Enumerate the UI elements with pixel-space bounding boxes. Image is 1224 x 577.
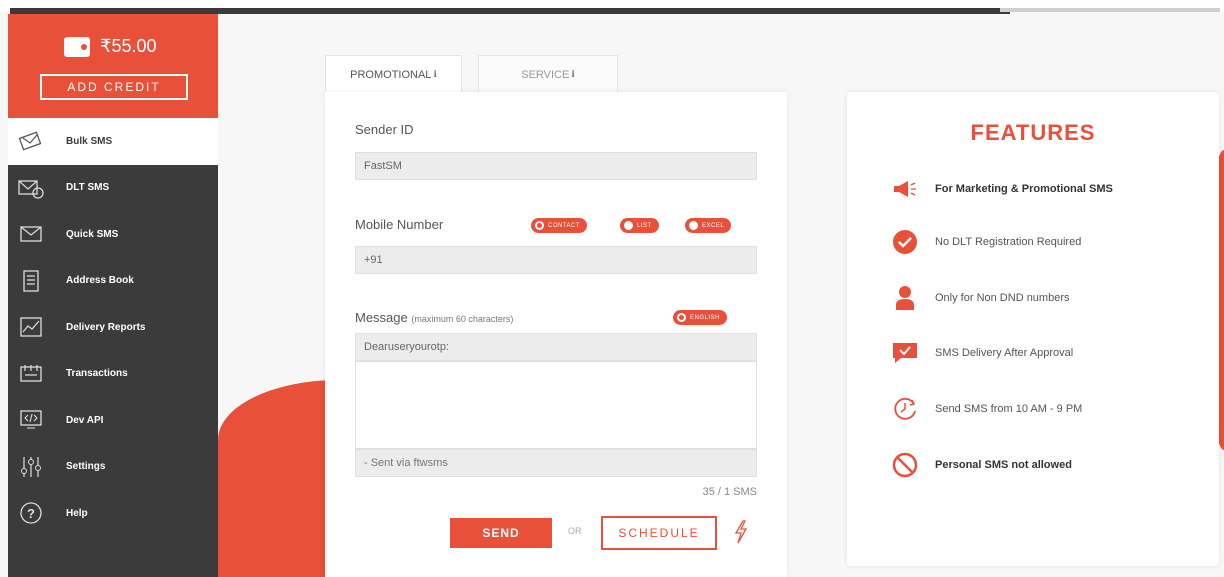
contact-label: CONTACT (548, 222, 581, 229)
code-icon (18, 409, 44, 431)
sidebar-item-dev-api[interactable]: Dev API (8, 397, 218, 444)
sliders-icon (18, 456, 44, 478)
info-icon: ℹ (433, 69, 437, 79)
message-label-text: Message (355, 310, 408, 325)
feature-text: Only for Non DND numbers (935, 292, 1070, 304)
envelope-icon (18, 223, 44, 245)
sms-form: Sender ID FastSM Mobile Number CONTACT L… (325, 92, 787, 577)
sidebar-item-label: Address Book (66, 275, 134, 287)
feature-text: For Marketing & Promotional SMS (935, 183, 1113, 195)
contact-toggle[interactable]: CONTACT (531, 218, 588, 233)
sender-id-label: Sender ID (355, 122, 414, 137)
character-count: 35 / 1 SMS (702, 486, 757, 498)
add-credit-button[interactable]: ADD CREDIT (40, 74, 188, 100)
clock-icon (891, 395, 919, 423)
sidebar-item-label: Settings (66, 461, 106, 473)
info-icon: ℹ (571, 69, 575, 79)
tab-label: SERVICE (521, 68, 570, 81)
sidebar-item-quick-sms[interactable]: Quick SMS (8, 211, 218, 258)
address-book-icon (18, 270, 44, 292)
sidebar-item-label: Transactions (66, 368, 128, 380)
features-title: FEATURES (970, 120, 1096, 145)
message-hint: (maximum 60 characters) (411, 314, 514, 324)
list-toggle[interactable]: LIST (620, 218, 659, 233)
sidebar-item-transactions[interactable]: Transactions (8, 351, 218, 398)
wallet-panel: ₹55.00 ADD CREDIT (8, 14, 218, 118)
excel-label: EXCEL (702, 222, 725, 229)
sidebar-item-label: DLT SMS (66, 182, 110, 194)
english-label: ENGLISH (690, 314, 720, 321)
bulk-sms-icon (18, 130, 44, 152)
user-icon (891, 284, 919, 312)
chat-check-icon (891, 339, 919, 367)
megaphone-icon (891, 175, 919, 203)
feature-text: No DLT Registration Required (935, 236, 1082, 248)
chart-icon (18, 316, 44, 338)
sidebar-item-label: Quick SMS (66, 228, 119, 240)
feature-item: Only for Non DND numbers (891, 284, 1070, 312)
wallet-balance: ₹55.00 (64, 36, 157, 57)
sidebar-item-settings[interactable]: Settings (8, 444, 218, 491)
send-button[interactable]: SEND (450, 518, 552, 548)
feature-text: SMS Delivery After Approval (935, 347, 1074, 359)
mobile-number-field[interactable]: +91 (355, 246, 757, 274)
sidebar-item-delivery-reports[interactable]: Delivery Reports (8, 304, 218, 351)
sidebar-item-label: Delivery Reports (66, 321, 146, 333)
sidebar-item-dlt-sms[interactable]: DLT SMS (8, 165, 218, 212)
tab-promotional[interactable]: PROMOTIONAL ℹ (325, 55, 462, 93)
check-circle-icon (891, 228, 919, 256)
sidebar-nav: Bulk SMS DLT SMS Quick SMS Address Book … (8, 118, 218, 537)
feature-text: Personal SMS not allowed (935, 459, 1072, 471)
prohibited-icon (891, 451, 919, 479)
or-separator: OR (568, 526, 582, 536)
sidebar-item-help[interactable]: ? Help (8, 490, 218, 537)
sidebar-item-label: Help (66, 507, 88, 519)
sidebar-item-label: Dev API (66, 414, 104, 426)
sidebar-item-bulk-sms[interactable]: Bulk SMS (8, 118, 218, 165)
schedule-button[interactable]: SCHEDULE (601, 516, 717, 550)
top-bar (0, 0, 1224, 14)
message-footer: - Sent via ftwsms (355, 449, 757, 477)
mobile-number-label: Mobile Number (355, 217, 444, 232)
feature-text: Send SMS from 10 AM - 9 PM (935, 403, 1083, 415)
wallet-icon (64, 36, 90, 57)
tab-service[interactable]: SERVICE ℹ (478, 55, 618, 93)
feature-item: For Marketing & Promotional SMS (891, 175, 1113, 203)
decorative-swoosh (218, 380, 338, 577)
feature-item: Personal SMS not allowed (891, 451, 1072, 479)
feature-item: SMS Delivery After Approval (891, 339, 1073, 367)
sms-type-tabs: PROMOTIONAL ℹ SERVICE ℹ (325, 55, 618, 93)
excel-toggle[interactable]: EXCEL (685, 218, 732, 233)
tab-label: PROMOTIONAL (350, 68, 432, 81)
features-panel: FEATURES For Marketing & Promotional SMS… (847, 92, 1219, 566)
feature-item: Send SMS from 10 AM - 9 PM (891, 395, 1082, 423)
sender-id-field[interactable]: FastSM (355, 152, 757, 180)
message-textarea[interactable] (355, 361, 757, 449)
transactions-icon (18, 363, 44, 385)
help-icon: ? (18, 502, 44, 524)
svg-text:?: ? (27, 506, 35, 521)
message-label: Message (maximum 60 characters) (355, 310, 513, 325)
sidebar-item-address-book[interactable]: Address Book (8, 258, 218, 305)
sidebar: ₹55.00 ADD CREDIT Bulk SMS DLT SMS Quick… (8, 14, 218, 577)
message-header: Dearuseryourotp: (355, 333, 757, 361)
flash-icon[interactable] (733, 520, 749, 544)
sidebar-item-label: Bulk SMS (66, 135, 113, 147)
balance-amount: ₹55.00 (100, 36, 157, 56)
language-toggle[interactable]: ENGLISH (673, 310, 727, 325)
dlt-sms-icon (18, 177, 44, 199)
list-label: LIST (637, 222, 652, 229)
feature-item: No DLT Registration Required (891, 228, 1081, 256)
